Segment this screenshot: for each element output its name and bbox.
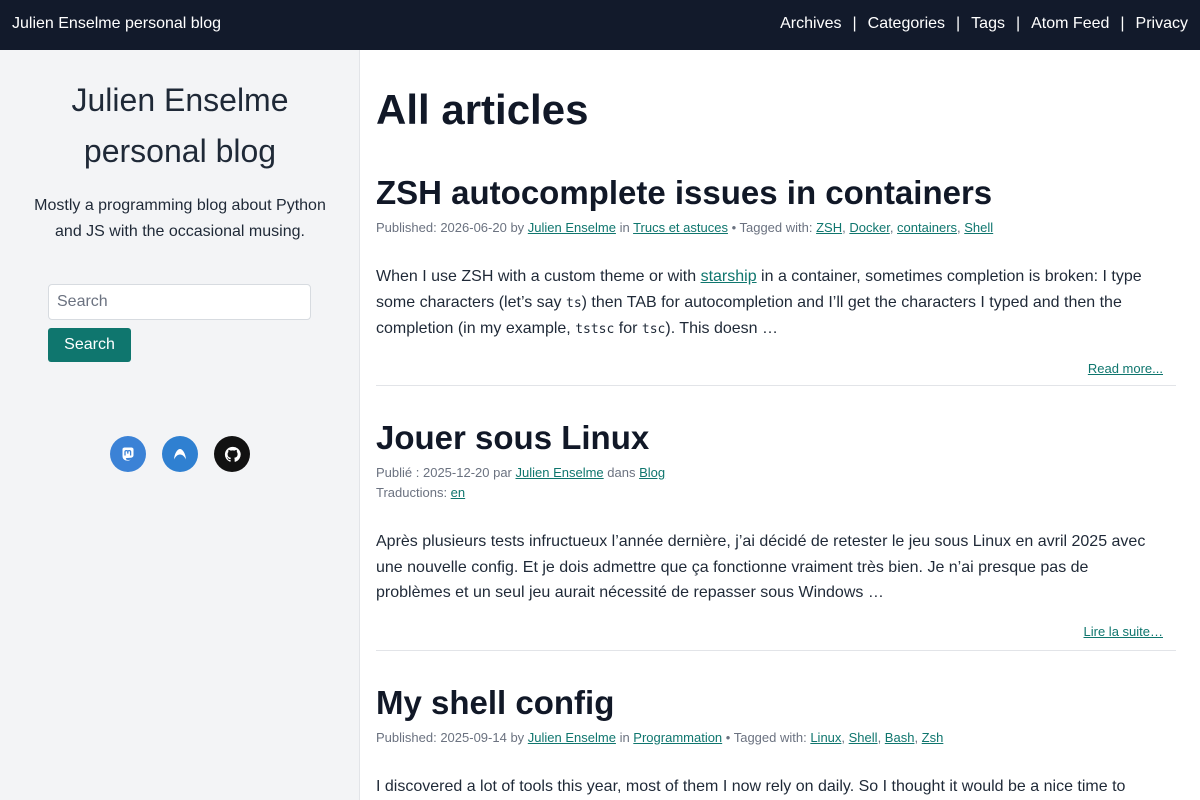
- article-title: ZSH autocomplete issues in containers: [376, 173, 1176, 213]
- meta-published-label: Publié :: [376, 465, 423, 480]
- tag-link[interactable]: containers: [897, 220, 957, 235]
- nav-separator: |: [956, 15, 961, 32]
- sidebar-title: Julien Enselme personal blog: [30, 75, 330, 177]
- article-meta: Published: 2025-09-14 by Julien Enselme …: [376, 730, 944, 745]
- mastodon-icon: [122, 447, 134, 461]
- meta-by: par: [489, 465, 516, 480]
- article-item: Jouer sous Linux Publié : 2025-12-20 par…: [376, 418, 1176, 639]
- article-item: My shell config Published: 2025-09-14 by…: [376, 683, 1176, 800]
- translations-label: Traductions:: [376, 485, 451, 500]
- summary-text: When I use ZSH with a custom theme or wi…: [376, 268, 701, 285]
- article-title-link[interactable]: Jouer sous Linux: [376, 419, 649, 456]
- meta-in: in: [615, 220, 634, 235]
- sidebar: Julien Enselme personal blog Mostly a pr…: [0, 50, 360, 800]
- translation-link[interactable]: en: [451, 485, 465, 500]
- meta-tags-label: • Tagged with:: [722, 730, 811, 745]
- meta-date: 2026-06-20: [440, 220, 507, 235]
- article-translations: Traductions: en: [376, 483, 1176, 503]
- nav-atom-feed[interactable]: Atom Feed: [1031, 15, 1109, 33]
- article-summary: I discovered a lot of tools this year, m…: [376, 778, 1126, 795]
- site-title-link[interactable]: Julien Enselme personal blog: [12, 15, 221, 33]
- tag-link[interactable]: Docker: [849, 220, 889, 235]
- main-content: All articles ZSH autocomplete issues in …: [376, 50, 1176, 800]
- search-button[interactable]: Search: [48, 328, 131, 362]
- nav-separator: |: [1120, 15, 1125, 32]
- tag-link[interactable]: Zsh: [922, 730, 944, 745]
- meta-in: in: [615, 730, 634, 745]
- tag-link[interactable]: Shell: [849, 730, 878, 745]
- nav-separator: |: [1015, 15, 1021, 32]
- meta-published-label: Published:: [376, 220, 441, 235]
- article-title: My shell config: [376, 683, 1176, 723]
- github-icon: [224, 446, 241, 462]
- starship-link[interactable]: starship: [701, 268, 757, 285]
- tag-link[interactable]: Linux: [810, 730, 841, 745]
- nav-separator: |: [852, 15, 857, 32]
- summary-text: for: [614, 320, 642, 337]
- meta-date: 2025-09-14: [440, 730, 507, 745]
- top-nav-bar: Julien Enselme personal blog Archives | …: [0, 0, 1200, 50]
- nav-categories[interactable]: Categories: [868, 15, 945, 33]
- tag-link[interactable]: Shell: [964, 220, 993, 235]
- read-more-link[interactable]: Lire la suite…: [376, 624, 1163, 639]
- category-link[interactable]: Programmation: [633, 730, 722, 745]
- article-meta: Publié : 2025-12-20 par Julien Enselme d…: [376, 463, 1176, 483]
- summary-text: ). This doesn …: [665, 320, 779, 337]
- bluesky-icon: [174, 449, 186, 460]
- meta-published-label: Published:: [376, 730, 441, 745]
- tag-link[interactable]: ZSH: [816, 220, 842, 235]
- main-nav: Archives | Categories | Tags | Atom Feed…: [780, 15, 1188, 33]
- author-link[interactable]: Julien Enselme: [516, 465, 604, 480]
- sidebar-title-line1: Julien Enselme: [71, 82, 289, 118]
- article-summary: Après plusieurs tests infructueux l’anné…: [376, 533, 1146, 601]
- meta-in: dans: [603, 465, 640, 480]
- article-divider: [376, 650, 1176, 651]
- bluesky-link[interactable]: [162, 436, 198, 472]
- search-input[interactable]: [48, 284, 311, 320]
- article-title-link[interactable]: ZSH autocomplete issues in containers: [376, 174, 992, 211]
- sidebar-description: Mostly a programming blog about Python a…: [34, 197, 326, 240]
- nav-archives[interactable]: Archives: [780, 15, 841, 33]
- article-meta: Published: 2026-06-20 by Julien Enselme …: [376, 220, 994, 235]
- read-more-link[interactable]: Read more...: [376, 361, 1163, 376]
- category-link[interactable]: Blog: [639, 465, 665, 480]
- article-title-link[interactable]: My shell config: [376, 684, 614, 721]
- author-link[interactable]: Julien Enselme: [528, 220, 616, 235]
- tag-link[interactable]: Bash: [885, 730, 915, 745]
- nav-tags[interactable]: Tags: [971, 15, 1005, 33]
- author-link[interactable]: Julien Enselme: [528, 730, 616, 745]
- nav-privacy[interactable]: Privacy: [1136, 15, 1188, 33]
- category-link[interactable]: Trucs et astuces: [633, 220, 728, 235]
- article-title: Jouer sous Linux: [376, 418, 1176, 458]
- meta-date: 2025-12-20: [422, 465, 490, 480]
- meta-by: by: [506, 730, 528, 745]
- article-summary: When I use ZSH with a custom theme or wi…: [376, 264, 1166, 343]
- inline-code: tstsc: [575, 322, 615, 337]
- page-title: All articles: [376, 86, 589, 133]
- meta-tags-label: • Tagged with:: [727, 220, 817, 235]
- article-divider: [376, 385, 1176, 386]
- sidebar-title-line2: personal blog: [83, 133, 277, 169]
- github-link[interactable]: [214, 436, 250, 472]
- meta-by: by: [506, 220, 528, 235]
- mastodon-link[interactable]: [110, 436, 146, 472]
- inline-code: ts: [566, 295, 582, 311]
- article-item: ZSH autocomplete issues in containers Pu…: [376, 173, 1176, 376]
- inline-code: tsc: [641, 322, 666, 337]
